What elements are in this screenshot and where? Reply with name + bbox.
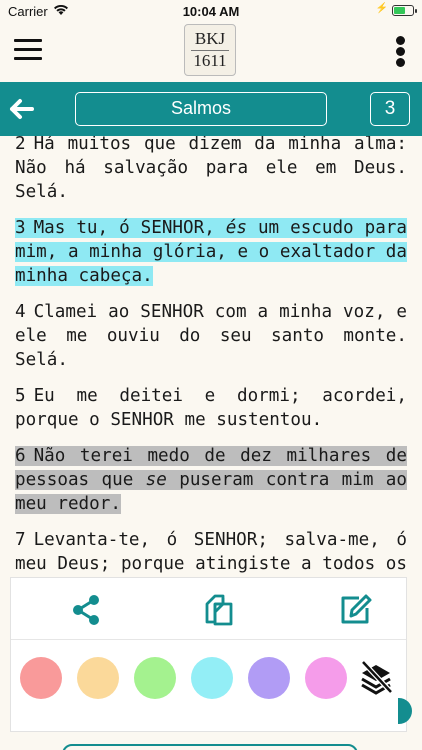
bkj-logo: BKJ 1611: [184, 24, 236, 76]
highlight-color-row: [11, 641, 406, 731]
edit-note-icon[interactable]: [335, 590, 375, 630]
highlight-green[interactable]: [134, 657, 176, 699]
verse-reader[interactable]: 2 Há muitos que dizem da minha alma: Não …: [0, 136, 422, 576]
chapter-selector-button[interactable]: 3: [370, 92, 410, 126]
verse-2[interactable]: 2 Há muitos que dizem da minha alma: Não …: [15, 136, 407, 204]
app-header: BKJ 1611: [0, 22, 422, 82]
highlight-purple[interactable]: [248, 657, 290, 699]
share-icon[interactable]: [66, 590, 106, 630]
more-options-icon[interactable]: [394, 36, 406, 68]
verse-6[interactable]: 6 Não terei medo de dez milhares de pesso…: [15, 444, 407, 516]
verse-5[interactable]: 5 Eu me deitei e dormi; acordei, porque o…: [15, 384, 407, 432]
bottom-action-button[interactable]: [62, 744, 358, 750]
copy-icon[interactable]: [199, 590, 239, 630]
back-arrow-icon[interactable]: [8, 95, 36, 123]
verse-4[interactable]: 4 Clamei ao SENHOR com a minha voz, e ele…: [15, 300, 407, 372]
navigation-bar: Salmos 3: [0, 82, 422, 136]
verse-action-panel: [10, 577, 407, 732]
highlight-orange[interactable]: [77, 657, 119, 699]
battery-icon: [392, 5, 417, 16]
clock: 10:04 AM: [182, 4, 240, 19]
remove-highlight-icon[interactable]: [358, 659, 394, 695]
highlight-cyan[interactable]: [191, 657, 233, 699]
hamburger-menu-icon[interactable]: [14, 39, 42, 61]
charging-icon: ⚡: [375, 3, 388, 14]
highlight-red[interactable]: [20, 657, 62, 699]
highlight-pink[interactable]: [305, 657, 347, 699]
status-bar: Carrier 10:04 AM ⚡: [0, 0, 422, 22]
verse-3[interactable]: 3 Mas tu, ó SENHOR, és um escudo para mim…: [15, 216, 407, 288]
action-row: [11, 578, 406, 640]
scroll-handle[interactable]: [398, 698, 412, 724]
verse-7[interactable]: 7 Levanta-te, ó SENHOR; salva-me, ó meu D…: [15, 528, 407, 576]
book-selector-button[interactable]: Salmos: [75, 92, 327, 126]
